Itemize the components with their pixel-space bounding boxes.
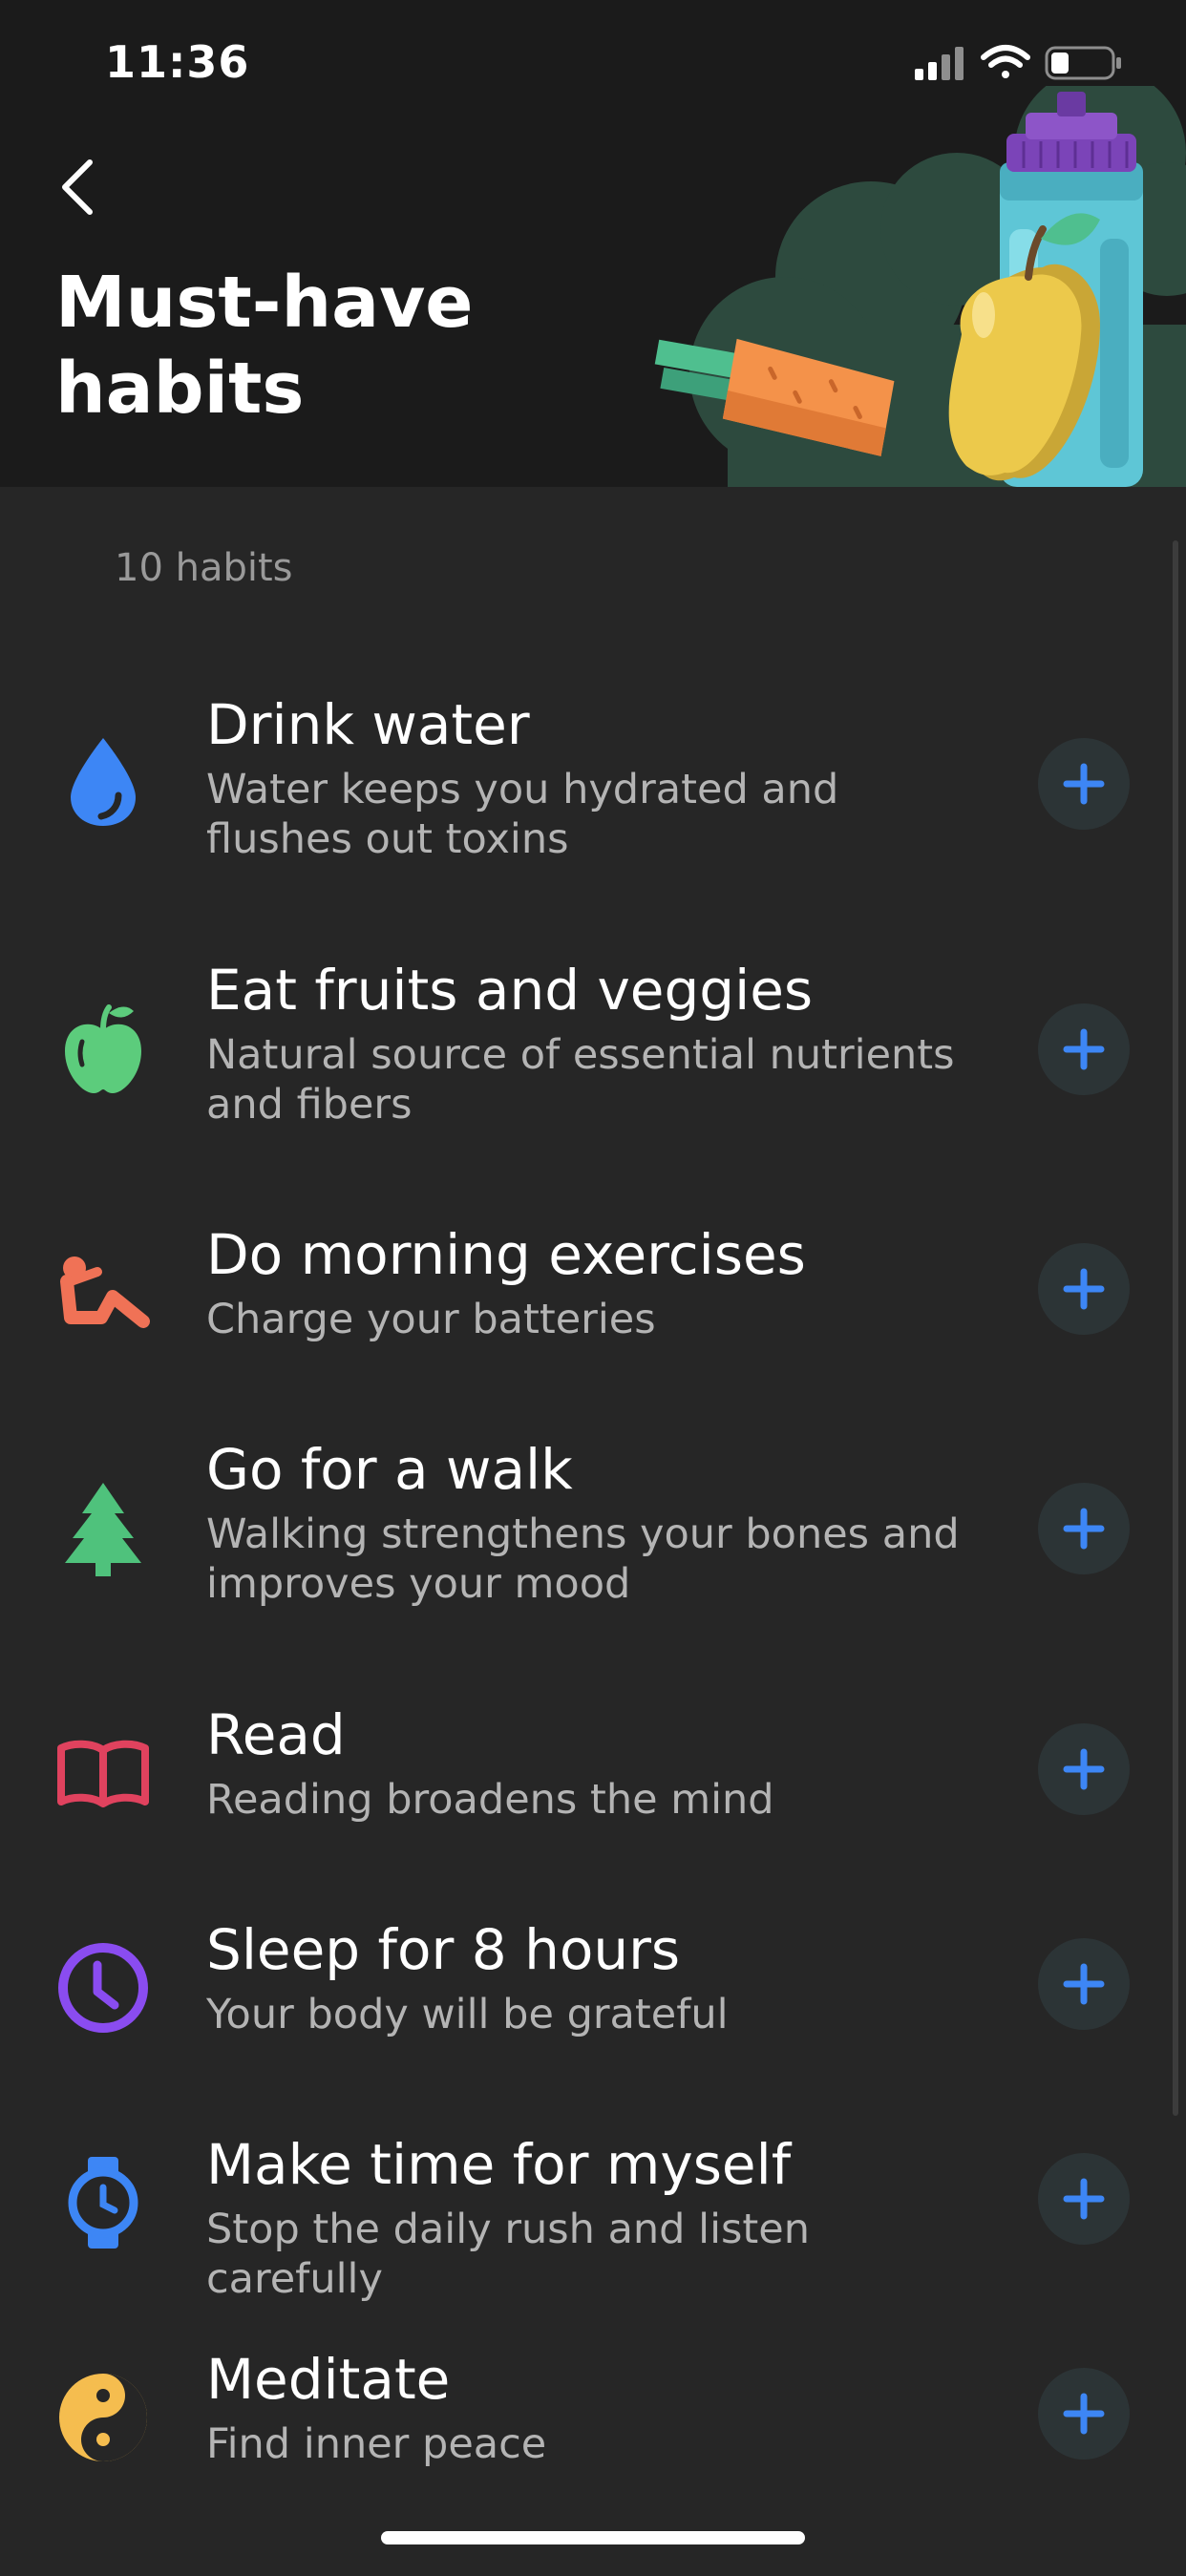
clock-icon <box>53 1938 153 2038</box>
habit-description: Charge your batteries <box>206 1296 656 1343</box>
plus-icon <box>1063 1748 1105 1790</box>
habit-title: Meditate <box>206 2347 451 2412</box>
add-habit-button[interactable] <box>1038 1483 1130 1574</box>
habits-list[interactable]: 10 habits Drink water Water keeps you hy… <box>0 487 1186 2566</box>
book-icon <box>53 1723 153 1823</box>
habit-item-time-for-myself[interactable]: Make time for myself Stop the daily rush… <box>0 2132 1186 2361</box>
habit-item-walk[interactable]: Go for a walk Walking strengthens your b… <box>0 1437 1186 1666</box>
habit-description: Walking strengthens your bones and impro… <box>206 1510 960 1608</box>
habit-title: Drink water <box>206 692 530 757</box>
watch-icon <box>53 2153 153 2252</box>
habit-description: Natural source of essential nutrients an… <box>206 1031 955 1129</box>
home-indicator[interactable] <box>381 2531 805 2544</box>
habit-item-drink-water[interactable]: Drink water Water keeps you hydrated and… <box>0 692 1186 921</box>
header-illustration <box>651 67 1186 487</box>
wifi-icon <box>981 45 1030 78</box>
habit-title: Go for a walk <box>206 1437 573 1502</box>
yin-yang-icon <box>53 2368 153 2467</box>
water-drop-icon <box>53 730 153 830</box>
plus-icon <box>1063 1028 1105 1070</box>
add-habit-button[interactable] <box>1038 2153 1130 2245</box>
apple-icon <box>53 998 153 1097</box>
add-habit-button[interactable] <box>1038 738 1130 830</box>
battery-icon <box>1045 46 1121 80</box>
habit-description: Reading broadens the mind <box>206 1776 774 1824</box>
habit-item-eat-fruits[interactable]: Eat fruits and veggies Natural source of… <box>0 958 1186 1187</box>
header: 11:36 Must-have habits <box>0 0 1186 487</box>
add-habit-button[interactable] <box>1038 1243 1130 1335</box>
habit-item-read[interactable]: Read Reading broadens the mind <box>0 1702 1186 1932</box>
habit-item-sleep[interactable]: Sleep for 8 hours Your body will be grat… <box>0 1917 1186 2146</box>
status-time: 11:36 <box>105 36 250 88</box>
habit-title: Make time for myself <box>206 2132 792 2197</box>
page-title: Must-have habits <box>55 262 474 430</box>
habit-item-morning-exercises[interactable]: Do morning exercises Charge your batteri… <box>0 1222 1186 1451</box>
habit-description: Find inner peace <box>206 2420 547 2468</box>
add-habit-button[interactable] <box>1038 1723 1130 1815</box>
habit-title: Read <box>206 1702 346 1767</box>
plus-icon <box>1063 2178 1105 2220</box>
habit-description: Your body will be grateful <box>206 1991 729 2038</box>
back-button[interactable] <box>53 157 107 218</box>
exercise-icon <box>53 1243 153 1342</box>
plus-icon <box>1063 1268 1105 1310</box>
plus-icon <box>1063 1508 1105 1550</box>
habit-title: Sleep for 8 hours <box>206 1917 681 1982</box>
habit-title: Do morning exercises <box>206 1222 806 1287</box>
plus-icon <box>1063 763 1105 805</box>
add-habit-button[interactable] <box>1038 1938 1130 2030</box>
plus-icon <box>1063 2393 1105 2435</box>
tree-icon <box>53 1479 153 1578</box>
habit-title: Eat fruits and veggies <box>206 958 814 1023</box>
cellular-signal-icon <box>915 47 964 80</box>
habit-description: Water keeps you hydrated and flushes out… <box>206 766 839 863</box>
chevron-left-icon <box>62 159 93 215</box>
plus-icon <box>1063 1963 1105 2005</box>
habits-count: 10 habits <box>115 546 293 590</box>
habit-description: Stop the daily rush and listen carefully <box>206 2206 811 2303</box>
status-icons <box>915 44 1125 82</box>
add-habit-button[interactable] <box>1038 1003 1130 1095</box>
add-habit-button[interactable] <box>1038 2368 1130 2460</box>
